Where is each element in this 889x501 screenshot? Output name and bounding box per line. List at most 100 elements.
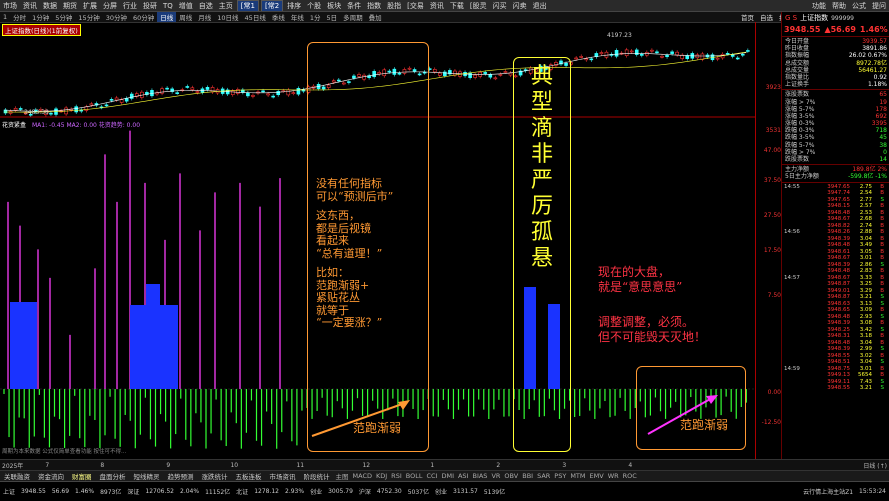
menu-mid-item-12[interactable]: 退出 <box>530 1 550 11</box>
menu-mid-item-3[interactable]: 条件 <box>344 1 364 11</box>
menu-right-item-0[interactable]: 功能 <box>809 1 829 11</box>
indicator-tab-3[interactable]: RSI <box>389 472 404 480</box>
indicator-tab-14[interactable]: MTM <box>568 472 587 480</box>
menu-item-0[interactable]: 市场 <box>0 1 20 11</box>
index-label[interactable]: 上证指数(日线)(1前复权) <box>2 24 81 36</box>
period-item-5[interactable]: 30分钟 <box>103 12 130 22</box>
candle-body <box>695 54 700 59</box>
menu-mid-item-2[interactable]: 板块 <box>324 1 344 11</box>
menu-item-2[interactable]: 数据 <box>40 1 60 11</box>
period-item-13[interactable]: 年线 <box>288 12 307 22</box>
function-tab-1[interactable]: 资金流向 <box>34 471 68 481</box>
kline-chart-area[interactable]: 上证指数(日线)(1前复权) 3483.38 4197.23 花资紧盒 MA1:… <box>0 22 780 459</box>
period-item-14[interactable]: 1分 <box>307 12 324 22</box>
menu-mid-item-11[interactable]: 闪卖 <box>510 1 530 11</box>
left-annotation-text: 没有任何指标 可以“预测后市” 这东西， 都是后视镜 看起来 “总有道理！” 比如： 范跑渐弱… <box>316 177 393 330</box>
indicator-tab-7[interactable]: ASI <box>456 472 471 480</box>
menu-tab-1[interactable]: [常2 <box>260 0 284 11</box>
menu-item-5[interactable]: 分屏 <box>100 1 120 11</box>
menu-item-9[interactable]: 增值 <box>176 1 196 11</box>
tick-list[interactable]: 14:55 3947.65 2.75 B 3947.74 2.54 B 3947.65 2.77… <box>782 184 889 392</box>
indicator-tab-12[interactable]: SAR <box>535 472 552 480</box>
period-right-item-1[interactable]: 自选 <box>757 12 776 22</box>
function-tab-2[interactable]: 财富圈 <box>68 471 96 481</box>
scale-lower-label: -12.50 <box>761 419 781 426</box>
indicator-label[interactable]: 花资紧盒 <box>2 120 26 129</box>
period-item-8[interactable]: 周线 <box>176 12 195 22</box>
period-item-12[interactable]: 季线 <box>269 12 288 22</box>
period-item-17[interactable]: 叠加 <box>366 12 385 22</box>
candle-body <box>266 93 270 96</box>
menu-mid-item-10[interactable]: 闪买 <box>490 1 510 11</box>
period-item-7[interactable]: 日线 <box>157 12 177 22</box>
panel-row: 跌股票数 14 <box>782 156 889 163</box>
function-tab-4[interactable]: 短线精灵 <box>130 471 164 481</box>
tick-row: 3948.55 3.21 S <box>782 385 889 392</box>
indicator-tab-13[interactable]: PSY <box>552 472 568 480</box>
function-tab-6[interactable]: 涨跌统计 <box>198 471 232 481</box>
period-item-11[interactable]: 45日线 <box>242 12 269 22</box>
menu-mid-item-9[interactable]: [股灵 <box>467 1 490 11</box>
annotation-line: 现在的大盘， <box>598 265 671 279</box>
menu-item-3[interactable]: 期货 <box>60 1 80 11</box>
indicator-tab-2[interactable]: KDJ <box>374 472 389 480</box>
indicator-tab-6[interactable]: DMI <box>439 472 456 480</box>
menu-right-item-1[interactable]: 帮助 <box>829 1 849 11</box>
menu-mid-item-5[interactable]: 股指 <box>384 1 404 11</box>
period-item-10[interactable]: 10日线 <box>214 12 241 22</box>
menu-item-1[interactable]: 资讯 <box>20 1 40 11</box>
period-right-item-0[interactable]: 首页 <box>738 12 757 22</box>
indicator-tab-1[interactable]: MACD <box>351 472 374 480</box>
menu-mid-item-0[interactable]: 排序 <box>284 1 304 11</box>
menu-item-8[interactable]: TQ <box>160 2 176 10</box>
panel-g-icon: G S <box>785 14 798 22</box>
indicator-tab-15[interactable]: EMV <box>588 472 606 480</box>
menu-mid-item-1[interactable]: 个股 <box>304 1 324 11</box>
indicator-tab-0[interactable]: 主图 <box>334 471 351 481</box>
annotation-line: 型 <box>530 90 553 115</box>
panel-row: 5日主力净额 -599.8亿 -1% <box>782 173 889 180</box>
menu-mid-item-8[interactable]: 下载 <box>447 1 467 11</box>
function-tab-9[interactable]: 阶段统计 <box>300 471 334 481</box>
menu-mid-item-4[interactable]: 指数 <box>364 1 384 11</box>
period-item-9[interactable]: 月线 <box>195 12 214 22</box>
annotation-line: 滴 <box>530 116 553 141</box>
period-item-6[interactable]: 60分钟 <box>130 12 157 22</box>
menu-mid-item-6[interactable]: [交易 <box>404 1 427 11</box>
menu-mid-item-7[interactable]: 资讯 <box>427 1 447 11</box>
menu-item-4[interactable]: 扩展 <box>80 1 100 11</box>
function-tab-3[interactable]: 盘面分析 <box>96 471 130 481</box>
period-item-16[interactable]: 多周期 <box>340 12 366 22</box>
menu-item-7[interactable]: 投研 <box>140 1 160 11</box>
menu-right-item-3[interactable]: 提问 <box>869 1 889 11</box>
period-item-3[interactable]: 5分钟 <box>52 12 75 22</box>
indicator-tab-8[interactable]: BIAS <box>470 472 489 480</box>
indicator-tab-5[interactable]: CCI <box>424 472 439 480</box>
period-item-1[interactable]: 分时 <box>10 12 29 22</box>
function-tab-8[interactable]: 市场资讯 <box>266 471 300 481</box>
annotation-line: “总有道理！” <box>316 246 383 260</box>
indicator-tab-16[interactable]: WR <box>606 472 621 480</box>
indicator-tab-17[interactable]: ROC <box>621 472 639 480</box>
indicator-tab-11[interactable]: BBI <box>520 472 535 480</box>
menu-right-item-2[interactable]: 公式 <box>849 1 869 11</box>
menu-item-11[interactable]: 主页 <box>216 1 236 11</box>
period-indicator[interactable]: 日线 (↑) <box>861 461 889 470</box>
status-label: 沪深 <box>358 489 371 496</box>
menu-tab-0[interactable]: [常1 <box>236 0 259 11</box>
period-item-2[interactable]: 1分钟 <box>29 12 52 22</box>
menu-item-6[interactable]: 行业 <box>120 1 140 11</box>
panel-row-value: 718 <box>875 127 887 135</box>
indicator-tab-4[interactable]: BOLL <box>404 472 425 480</box>
function-tab-5[interactable]: 趋势预测 <box>164 471 198 481</box>
status-value: 3131.57 <box>453 488 478 495</box>
period-item-0[interactable]: 1 <box>0 13 10 21</box>
function-tab-0[interactable]: 关联融资 <box>0 471 34 481</box>
period-item-4[interactable]: 15分钟 <box>75 12 102 22</box>
menu-item-10[interactable]: 自选 <box>196 1 216 11</box>
function-tab-7[interactable]: 五板连板 <box>232 471 266 481</box>
server-label[interactable]: 云行情上海主站Z1 <box>800 487 856 496</box>
indicator-tab-9[interactable]: VR <box>489 472 502 480</box>
indicator-tab-10[interactable]: OBV <box>502 472 520 480</box>
period-item-15[interactable]: 5日 <box>323 12 340 22</box>
